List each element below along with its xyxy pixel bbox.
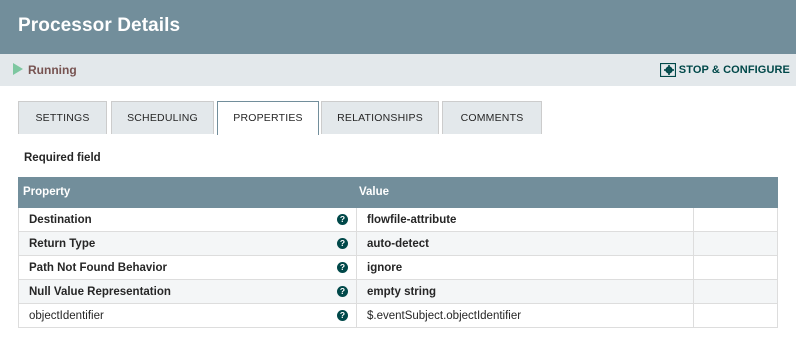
property-value[interactable]: auto-detect: [367, 238, 429, 250]
run-status: Running: [28, 63, 77, 77]
column-divider: [356, 232, 357, 256]
column-header-property[interactable]: Property: [23, 186, 70, 198]
property-value[interactable]: flowfile-attribute: [367, 214, 456, 226]
help-icon[interactable]: ?: [337, 238, 348, 249]
table-row[interactable]: Null Value Representation ? empty string: [18, 280, 778, 304]
column-header-value[interactable]: Value: [359, 186, 389, 198]
property-value[interactable]: empty string: [367, 286, 436, 298]
column-divider: [356, 256, 357, 280]
tab-comments[interactable]: COMMENTS: [442, 101, 542, 134]
tab-relationships[interactable]: RELATIONSHIPS: [321, 101, 439, 134]
stop-configure-label: STOP & CONFIGURE: [678, 64, 790, 76]
help-icon[interactable]: ?: [337, 262, 348, 273]
column-divider: [693, 208, 694, 232]
property-name: Path Not Found Behavior: [29, 262, 167, 274]
dialog-header: Processor Details: [0, 0, 796, 54]
table-row[interactable]: Destination ? flowfile-attribute: [18, 208, 778, 232]
table-header: Property Value: [18, 177, 778, 208]
tab-scheduling[interactable]: SCHEDULING: [111, 101, 214, 134]
table-row[interactable]: Return Type ? auto-detect: [18, 232, 778, 256]
column-divider: [356, 208, 357, 232]
column-divider: [693, 304, 694, 328]
play-icon: [13, 63, 23, 75]
help-icon[interactable]: ?: [337, 214, 348, 225]
property-value[interactable]: ignore: [367, 262, 402, 274]
property-name: Return Type: [29, 238, 96, 250]
table-row[interactable]: Path Not Found Behavior ? ignore: [18, 256, 778, 280]
column-divider: [693, 280, 694, 304]
column-divider: [356, 280, 357, 304]
tab-properties[interactable]: PROPERTIES: [217, 101, 319, 135]
table-row[interactable]: objectIdentifier ? $.eventSubject.object…: [18, 304, 778, 328]
tab-settings[interactable]: SETTINGS: [18, 101, 107, 134]
required-field-note: Required field: [24, 152, 101, 164]
status-bar: Running STOP & CONFIGURE: [0, 54, 796, 86]
help-icon[interactable]: ?: [337, 310, 348, 321]
dialog-title: Processor Details: [18, 15, 181, 36]
properties-table: Property Value Destination ? flowfile-at…: [18, 177, 778, 328]
gear-icon: [659, 63, 676, 77]
property-name: Destination: [29, 214, 92, 226]
column-divider: [356, 304, 357, 328]
help-icon[interactable]: ?: [337, 286, 348, 297]
property-name: objectIdentifier: [29, 310, 104, 322]
property-value[interactable]: $.eventSubject.objectIdentifier: [367, 310, 521, 322]
column-divider: [693, 256, 694, 280]
stop-configure-button[interactable]: STOP & CONFIGURE: [659, 62, 790, 78]
column-divider: [693, 232, 694, 256]
tab-bar: SETTINGS SCHEDULING PROPERTIES RELATIONS…: [18, 101, 778, 135]
property-name: Null Value Representation: [29, 286, 171, 298]
